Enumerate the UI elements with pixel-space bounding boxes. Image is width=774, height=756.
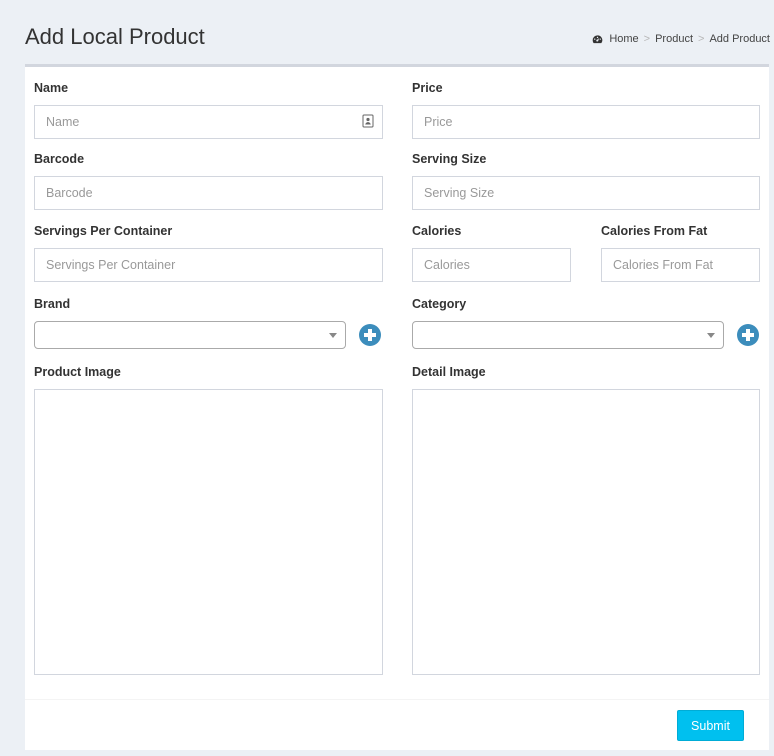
add-brand-button[interactable] (359, 324, 381, 346)
form-footer: Submit (25, 699, 769, 751)
add-category-button[interactable] (737, 324, 759, 346)
name-field-group: Name (34, 80, 383, 139)
serving-size-label: Serving Size (412, 152, 487, 166)
content-header: Add Local Product Home > Product > Add P… (0, 0, 774, 64)
servings-per-container-label: Servings Per Container (34, 224, 173, 238)
calories-from-fat-input[interactable] (601, 248, 760, 282)
breadcrumb-separator: > (643, 33, 651, 45)
chevron-down-icon (329, 333, 337, 338)
product-image-upload-area[interactable] (34, 389, 383, 675)
calories-input[interactable] (412, 248, 571, 282)
serving-size-field-group: Serving Size (412, 151, 760, 210)
breadcrumb-current: Add Product (709, 33, 770, 45)
breadcrumb-product[interactable]: Product (655, 33, 693, 45)
chevron-down-icon (707, 333, 715, 338)
plus-circle-icon (742, 329, 754, 341)
barcode-input[interactable] (34, 176, 383, 210)
servings-per-container-field-group: Servings Per Container (34, 223, 383, 282)
category-select[interactable] (412, 321, 724, 349)
brand-select[interactable] (34, 321, 346, 349)
breadcrumb: Home > Product > Add Product (592, 33, 770, 45)
price-field-group: Price (412, 80, 760, 139)
plus-circle-icon (364, 329, 376, 341)
detail-image-label: Detail Image (412, 365, 486, 379)
dashboard-icon (593, 34, 603, 43)
calories-from-fat-field-group: Calories From Fat (601, 223, 760, 282)
servings-per-container-input[interactable] (34, 248, 383, 282)
page-title: Add Local Product (25, 24, 205, 49)
calories-label: Calories (412, 224, 462, 238)
name-input[interactable] (34, 105, 383, 139)
barcode-label: Barcode (34, 152, 85, 166)
product-image-label: Product Image (34, 365, 121, 379)
price-label: Price (412, 81, 443, 95)
product-image-field-group: Product Image (34, 364, 383, 675)
calories-field-group: Calories (412, 223, 571, 282)
name-label: Name (34, 81, 69, 95)
calories-from-fat-label: Calories From Fat (601, 224, 708, 238)
page: Add Local Product Home > Product > Add P… (0, 0, 774, 756)
brand-field-group: Brand (34, 296, 383, 349)
breadcrumb-home[interactable]: Home (609, 33, 638, 45)
barcode-field-group: Barcode (34, 151, 383, 210)
address-card-icon (362, 114, 374, 128)
price-input[interactable] (412, 105, 760, 139)
submit-button[interactable]: Submit (677, 710, 744, 741)
product-form-box: Name Price Barcode Serving Size (25, 64, 769, 750)
serving-size-input[interactable] (412, 176, 760, 210)
category-label: Category (412, 297, 467, 311)
breadcrumb-separator: > (698, 33, 705, 45)
detail-image-field-group: Detail Image (412, 364, 760, 675)
brand-label: Brand (34, 297, 71, 311)
category-field-group: Category (412, 296, 760, 349)
detail-image-upload-area[interactable] (412, 389, 760, 675)
